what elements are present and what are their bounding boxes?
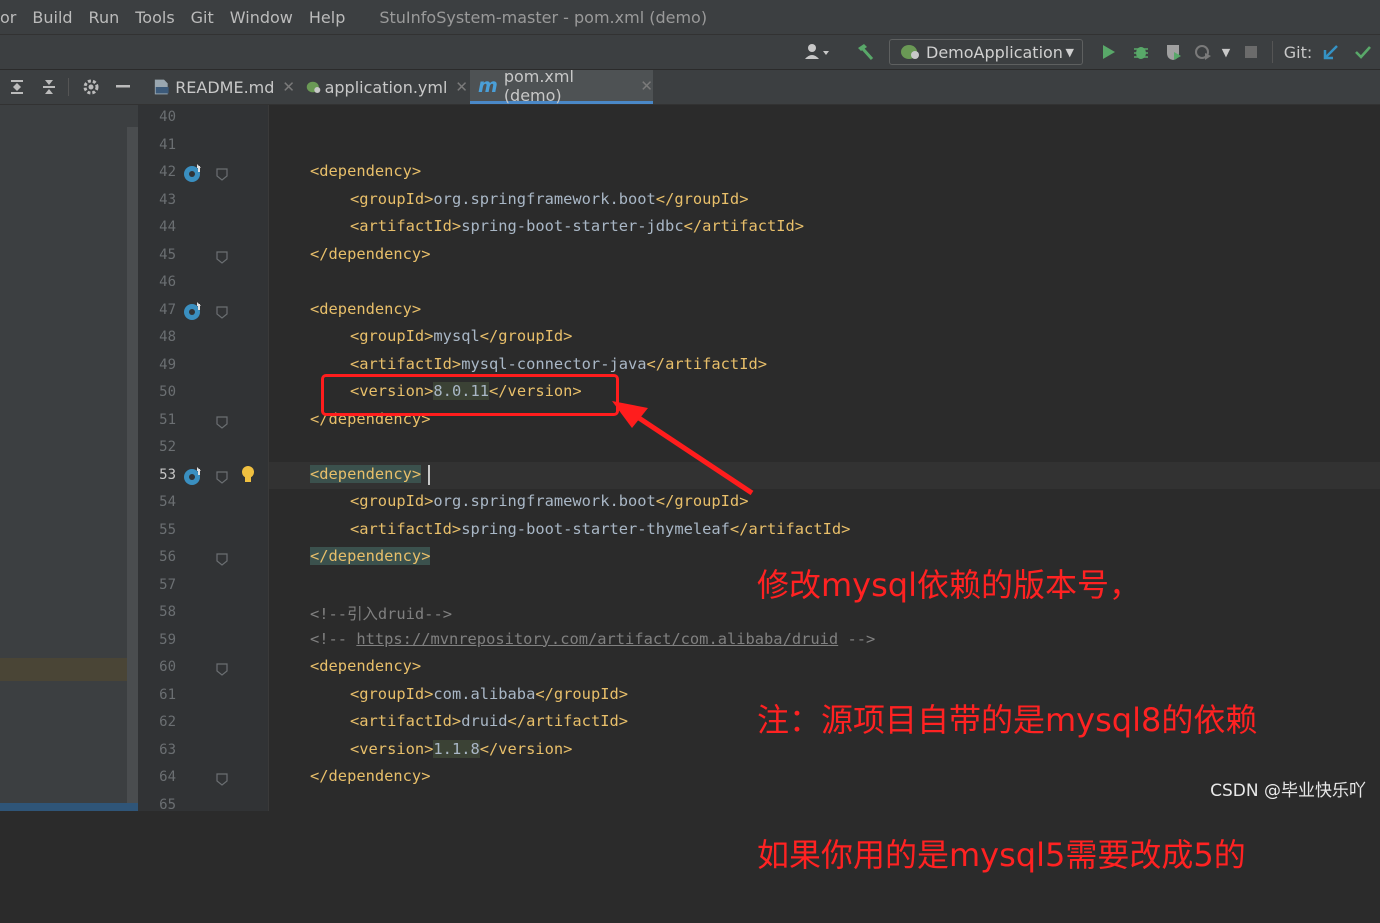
annotation-text: 修改mysql依赖的版本号， 注：源项目自带的是mysql8的依赖 如果你用的是…: [757, 473, 1257, 923]
watermark: CSDN @毕业快乐吖: [1210, 781, 1366, 801]
annotation-line: 如果你用的是mysql5需要改成5的: [757, 836, 1246, 874]
annotation-line: 注：源项目自带的是mysql8的依赖: [757, 701, 1258, 739]
annotation-line: 修改mysql依赖的版本号，: [757, 566, 1141, 604]
